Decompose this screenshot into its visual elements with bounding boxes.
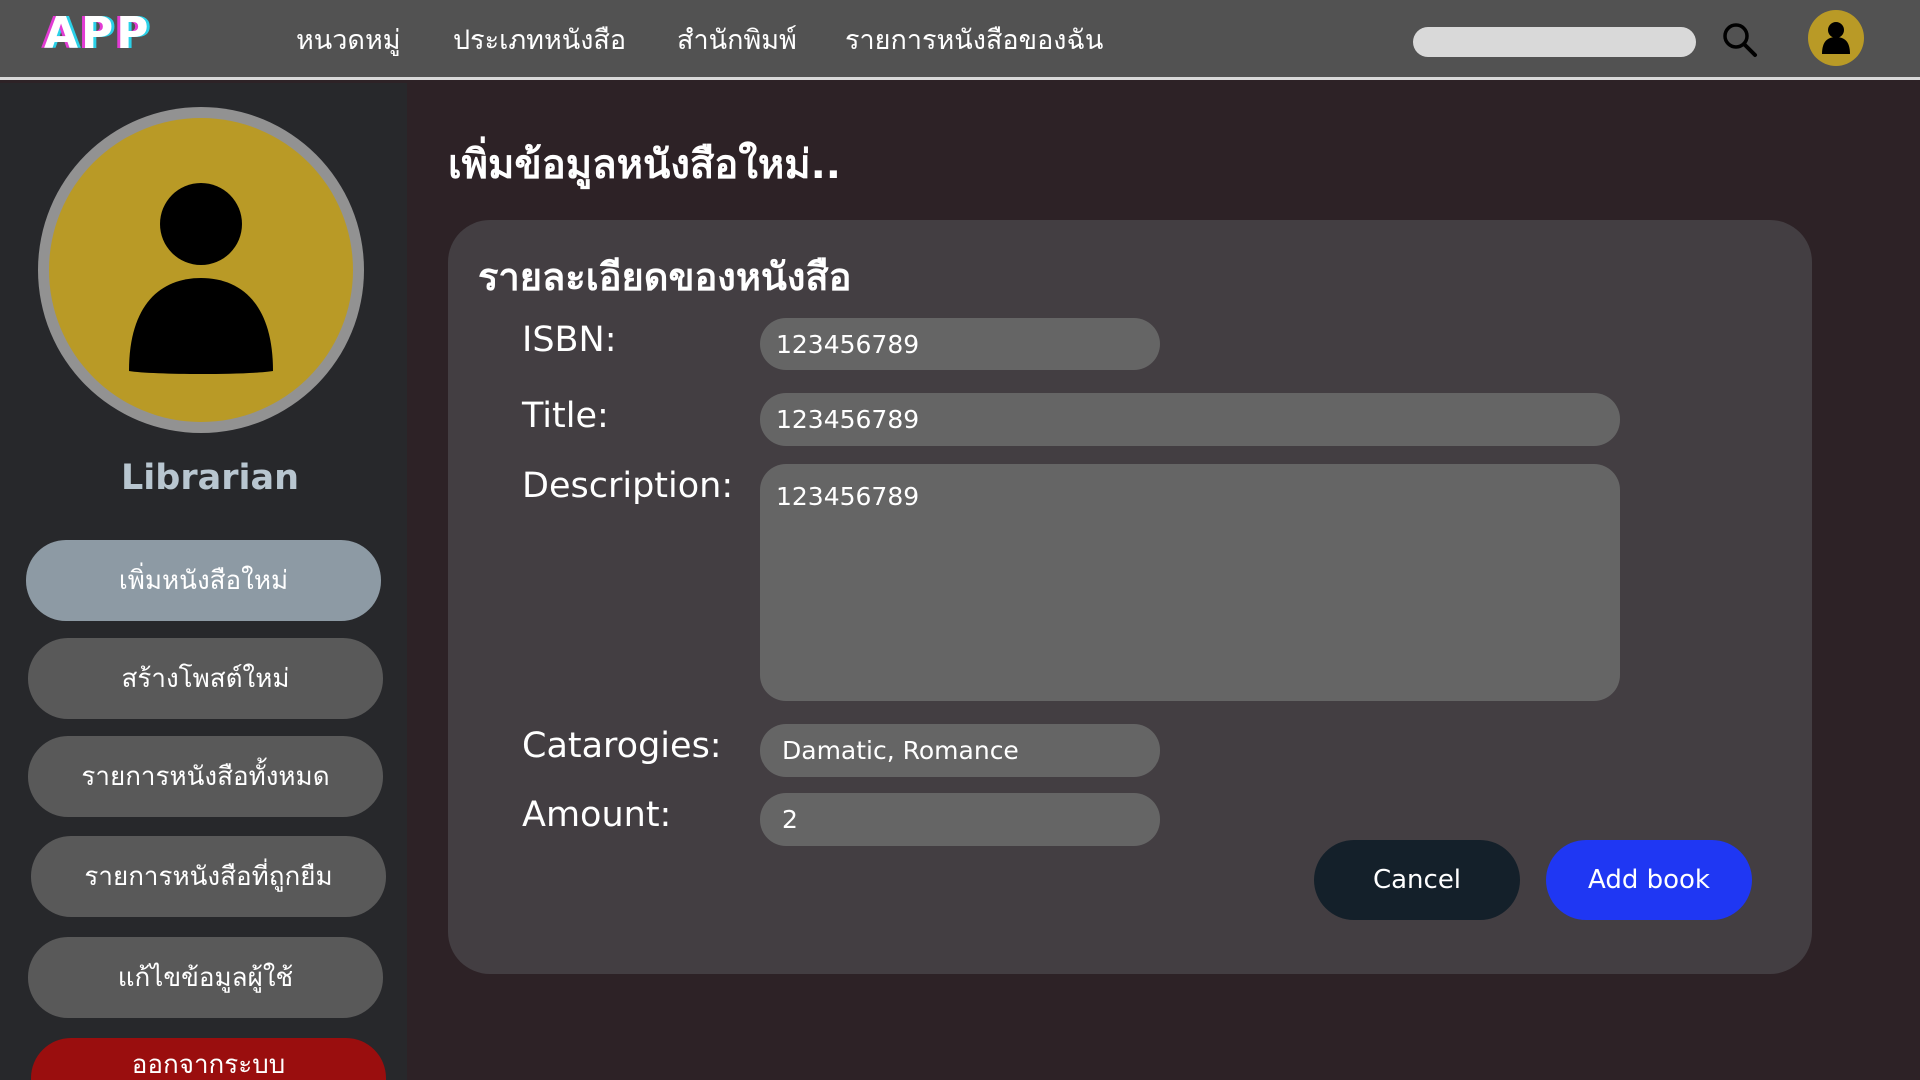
page-title: เพิ่มข้อมูลหนังสือใหม่.. bbox=[448, 142, 841, 188]
title-label: Title: bbox=[522, 396, 609, 436]
isbn-label: ISBN: bbox=[522, 320, 617, 360]
user-avatar-button[interactable] bbox=[1808, 10, 1864, 66]
sidebar-item-add-book[interactable]: เพิ่มหนังสือใหม่ bbox=[26, 540, 381, 621]
app-logo[interactable]: APP bbox=[44, 8, 152, 59]
add-book-button[interactable]: Add book bbox=[1546, 840, 1752, 920]
user-icon bbox=[129, 183, 273, 374]
isbn-field[interactable]: 123456789 bbox=[760, 318, 1160, 370]
categories-label: Catarogies: bbox=[522, 726, 722, 766]
amount-field[interactable]: 2 bbox=[760, 793, 1160, 846]
user-role-label: Librarian bbox=[120, 458, 300, 498]
description-textarea[interactable]: 123456789 bbox=[760, 464, 1620, 701]
profile-avatar bbox=[38, 107, 364, 433]
search-icon[interactable] bbox=[1720, 20, 1760, 60]
nav-item-book-types[interactable]: ประเภทหนังสือ bbox=[453, 18, 626, 61]
nav-item-my-books[interactable]: รายการหนังสือของฉัน bbox=[845, 18, 1103, 61]
categories-field[interactable]: Damatic, Romance bbox=[760, 724, 1160, 777]
sidebar-item-new-post[interactable]: สร้างโพสต์ใหม่ bbox=[28, 638, 383, 719]
amount-label: Amount: bbox=[522, 795, 672, 835]
title-field[interactable]: 123456789 bbox=[760, 393, 1620, 446]
card-title: รายละเอียดของหนังสือ bbox=[478, 255, 852, 299]
user-icon bbox=[1822, 22, 1850, 54]
nav-item-publishers[interactable]: สำนักพิมพ์ bbox=[677, 18, 797, 61]
sidebar-item-edit-profile[interactable]: แก้ไขข้อมูลผู้ใช้ bbox=[28, 937, 383, 1018]
description-label: Description: bbox=[522, 466, 734, 506]
nav-item-categories[interactable]: หนวดหมู่ bbox=[296, 18, 401, 61]
sidebar-item-borrowed-books[interactable]: รายการหนังสือที่ถูกยืม bbox=[31, 836, 386, 917]
logout-button[interactable]: ออกจากระบบ bbox=[31, 1038, 386, 1080]
search-input[interactable] bbox=[1413, 27, 1696, 57]
cancel-button[interactable]: Cancel bbox=[1314, 840, 1520, 920]
sidebar-item-all-books[interactable]: รายการหนังสือทั้งหมด bbox=[28, 736, 383, 817]
top-navbar: APP หนวดหมู่ ประเภทหนังสือ สำนักพิมพ์ รา… bbox=[0, 0, 1920, 80]
